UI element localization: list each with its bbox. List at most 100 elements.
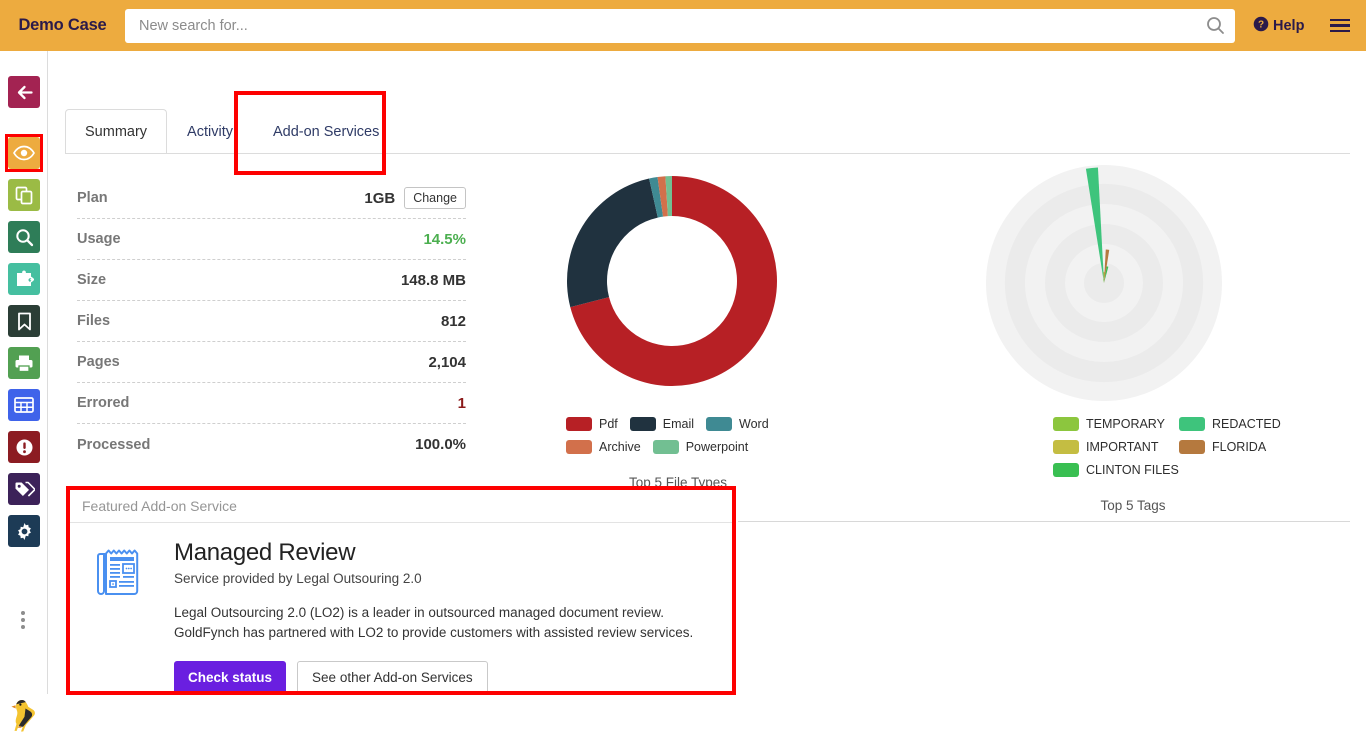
legend-item[interactable]: Email	[630, 417, 694, 431]
bookmark-icon	[17, 312, 32, 331]
sidebar-item-print[interactable]	[8, 347, 40, 379]
question-circle-icon: ?	[1253, 16, 1269, 36]
table-row: Pages 2,104	[77, 342, 466, 383]
legend-swatch	[566, 440, 592, 454]
chart-legend-tags: TEMPORARY REDACTED IMPORTANT FLORIDA CLINTON…	[1053, 417, 1333, 486]
legend-label: Powerpoint	[686, 440, 749, 454]
legend-label: Email	[663, 417, 694, 431]
main-content: Summary Activity Add-on Services Plan 1G…	[48, 51, 1366, 694]
stat-label: Files	[77, 313, 110, 329]
legend-swatch	[1179, 417, 1205, 431]
plan-value: 1GB	[364, 190, 395, 207]
sidebar-item-settings[interactable]	[8, 515, 40, 547]
service-text-block: Managed Review Service provided by Legal…	[174, 539, 693, 694]
sidebar-item-addons[interactable]	[8, 263, 40, 295]
tags-icon	[14, 481, 35, 498]
legend-label: TEMPORARY	[1086, 417, 1165, 431]
featured-card-body: Managed Review Service provided by Legal…	[69, 523, 732, 694]
legend-swatch	[1053, 417, 1079, 431]
legend-label: Archive	[599, 440, 641, 454]
legend-item[interactable]: FLORIDA	[1179, 440, 1305, 454]
legend-swatch	[1053, 463, 1079, 477]
puzzle-piece-icon	[14, 270, 34, 289]
tab-bar-underline	[65, 153, 1350, 154]
legend-label: Word	[739, 417, 769, 431]
chart-top-file-types: PdfEmailWordArchivePowerpoint Top 5 File…	[448, 161, 908, 490]
table-row: Processed 100.0%	[77, 424, 466, 465]
legend-swatch	[566, 417, 592, 431]
sidebar-item-bookmarks[interactable]	[8, 305, 40, 337]
stat-label: Usage	[77, 231, 121, 247]
back-arrow-icon	[15, 83, 34, 102]
donut-chart-canvas	[448, 161, 908, 411]
section-divider	[738, 521, 1350, 522]
service-description-line1: Legal Outsourcing 2.0 (LO2) is a leader …	[174, 603, 693, 623]
search-input[interactable]	[139, 10, 1199, 42]
more-vertical-icon[interactable]	[21, 611, 25, 632]
gear-icon	[15, 522, 34, 541]
stat-label: Size	[77, 272, 106, 288]
legend-item[interactable]: Word	[706, 417, 769, 431]
table-row: Usage 14.5%	[77, 219, 466, 260]
app-header: Demo Case ? Help	[0, 0, 1366, 51]
service-provider: Service provided by Legal Outsouring 2.0	[174, 571, 693, 586]
legend-label: Pdf	[599, 417, 618, 431]
search-icon	[15, 228, 34, 247]
stat-label: Pages	[77, 354, 120, 370]
tab-summary[interactable]: Summary	[65, 109, 167, 153]
legend-swatch	[653, 440, 679, 454]
sidebar-item-overview[interactable]	[8, 137, 40, 169]
sidebar-item-table[interactable]	[8, 389, 40, 421]
stat-label: Errored	[77, 395, 129, 411]
legend-swatch	[1053, 440, 1079, 454]
tab-addon-services[interactable]: Add-on Services	[253, 109, 399, 153]
table-row: Plan 1GB Change	[77, 178, 466, 219]
stat-label: Processed	[77, 437, 150, 453]
sidebar-item-back[interactable]	[8, 76, 40, 108]
service-name: Managed Review	[174, 539, 693, 567]
legend-label: CLINTON FILES	[1086, 463, 1179, 477]
polar-chart-canvas	[908, 161, 1358, 411]
stat-label: Plan	[77, 190, 108, 206]
help-button[interactable]: ? Help	[1253, 16, 1304, 36]
check-status-button[interactable]: Check status	[174, 661, 286, 694]
legend-item[interactable]: CLINTON FILES	[1053, 463, 1179, 477]
sidebar-item-documents[interactable]	[8, 179, 40, 211]
table-row: Size 148.8 MB	[77, 260, 466, 301]
search-bar[interactable]	[125, 9, 1235, 43]
tab-bar: Summary Activity Add-on Services	[65, 109, 399, 153]
table-row: Errored 1	[77, 383, 466, 424]
table-row: Files 812	[77, 301, 466, 342]
printer-icon	[14, 354, 34, 373]
newspaper-document-icon	[93, 543, 149, 694]
copy-files-icon	[15, 186, 34, 205]
legend-label: REDACTED	[1212, 417, 1281, 431]
svg-text:?: ?	[1258, 19, 1264, 30]
legend-swatch	[1179, 440, 1205, 454]
polar-chart	[908, 161, 1358, 411]
alert-icon	[15, 438, 34, 457]
legend-item[interactable]: Pdf	[566, 417, 618, 431]
legend-swatch	[706, 417, 732, 431]
see-other-addon-services-button[interactable]: See other Add-on Services	[297, 661, 488, 694]
goldfinch-bird-logo[interactable]	[9, 696, 39, 739]
search-icon[interactable]	[1206, 16, 1225, 40]
sidebar-item-tags[interactable]	[8, 473, 40, 505]
legend-item[interactable]: REDACTED	[1179, 417, 1305, 431]
hamburger-icon[interactable]	[1330, 19, 1350, 33]
service-description: Legal Outsourcing 2.0 (LO2) is a leader …	[174, 603, 693, 643]
legend-label: IMPORTANT	[1086, 440, 1158, 454]
sidebar-item-errors[interactable]	[8, 431, 40, 463]
case-title: Demo Case	[0, 16, 125, 35]
legend-label: FLORIDA	[1212, 440, 1266, 454]
left-sidebar	[0, 51, 48, 694]
sidebar-item-search[interactable]	[8, 221, 40, 253]
donut-slice-email[interactable]	[567, 179, 658, 308]
eye-icon	[13, 145, 35, 161]
legend-item[interactable]: TEMPORARY	[1053, 417, 1179, 431]
chart-legend-file-types: Pdf Email Word Archive Powerpoint	[566, 417, 866, 463]
legend-item[interactable]: IMPORTANT	[1053, 440, 1179, 454]
legend-item[interactable]: Archive	[566, 440, 641, 454]
legend-item[interactable]: Powerpoint	[653, 440, 749, 454]
tab-activity[interactable]: Activity	[167, 109, 253, 153]
